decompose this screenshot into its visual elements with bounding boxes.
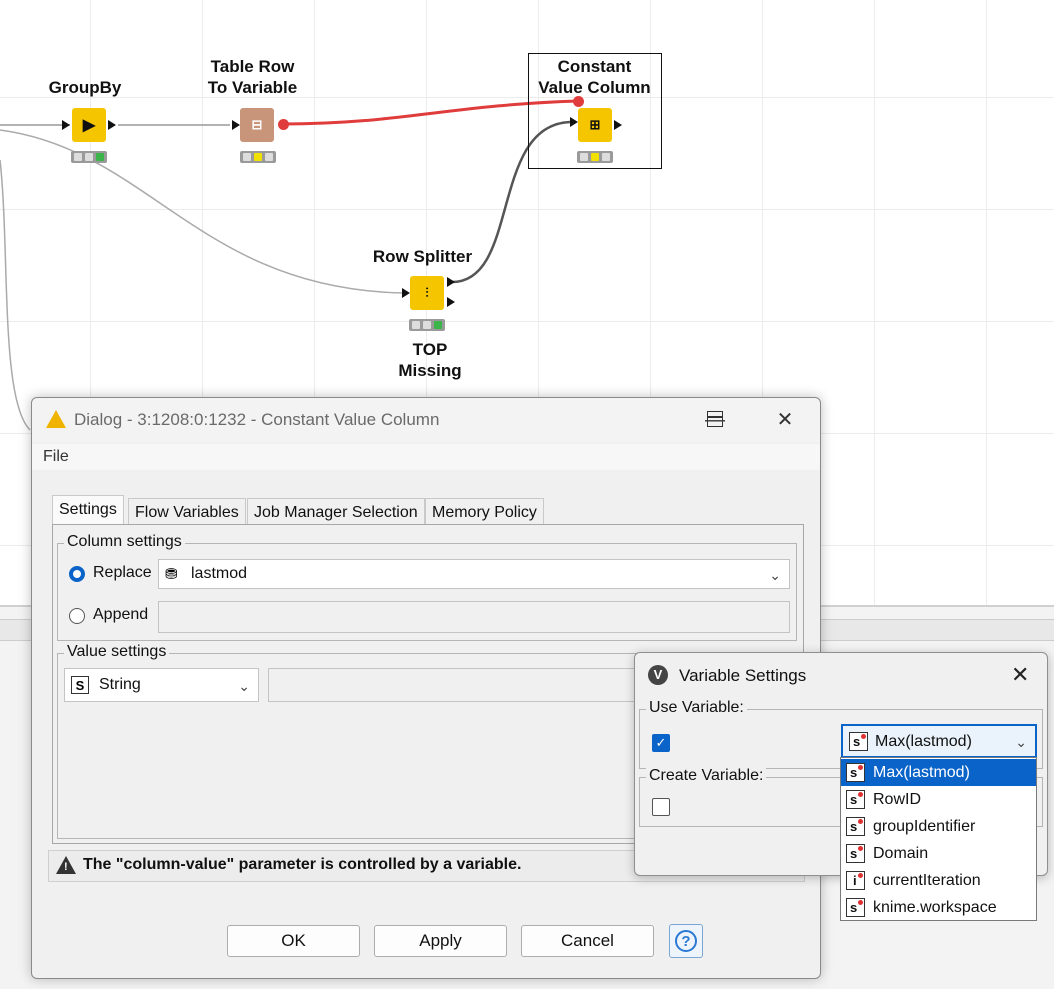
tab-memory-policy[interactable]: Memory Policy xyxy=(425,498,544,525)
column-settings-title: Column settings xyxy=(64,533,185,551)
help-button[interactable]: ? xyxy=(669,924,703,958)
warning-icon xyxy=(46,410,66,428)
dialog-titlebar[interactable]: Dialog - 3:1208:0:1232 - Constant Value … xyxy=(32,398,820,442)
dialog-title: Dialog - 3:1208:0:1232 - Constant Value … xyxy=(74,410,440,429)
menubar: File xyxy=(32,444,820,470)
ok-button[interactable]: OK xyxy=(227,925,360,957)
port-arrow xyxy=(614,120,622,130)
create-variable-label: Create Variable: xyxy=(646,767,767,785)
string-type-icon: S xyxy=(71,676,89,694)
close-icon[interactable]: ✕ xyxy=(772,408,798,432)
node-label-constant-value-column: Constant Value Column xyxy=(538,57,651,97)
node-label-groupby: GroupBy xyxy=(48,78,122,97)
string-variable-icon: s xyxy=(846,790,865,809)
dropdown-option[interactable]: s RowID xyxy=(841,786,1036,813)
node-status-icon xyxy=(409,319,445,331)
column-settings-group: Column settings Replace ⛃ lastmod ⌄ Appe… xyxy=(57,533,797,641)
integer-variable-icon: i xyxy=(846,871,865,890)
replace-label: Replace xyxy=(93,564,152,581)
selected-variable: Max(lastmod) xyxy=(875,733,972,750)
help-icon: ? xyxy=(675,930,697,952)
variable-select[interactable]: s Max(lastmod) ⌄ xyxy=(841,724,1037,758)
replace-radio[interactable] xyxy=(69,566,85,582)
warning-text: The "column-value" parameter is controll… xyxy=(83,856,522,873)
append-label: Append xyxy=(93,606,149,623)
row-splitter-node-icon[interactable]: ⫶ xyxy=(410,276,444,310)
table-row-to-variable-node-icon[interactable]: ⊟ xyxy=(240,108,274,142)
node-status-icon xyxy=(240,151,276,163)
tab-flow-variables[interactable]: Flow Variables xyxy=(128,498,246,525)
groupby-node-icon[interactable]: ▶ xyxy=(72,108,106,142)
use-variable-checkbox[interactable]: ✓ xyxy=(652,734,670,752)
use-variable-label: Use Variable: xyxy=(646,699,747,717)
dropdown-option[interactable]: s Max(lastmod) xyxy=(841,759,1036,786)
port-arrow xyxy=(570,117,578,127)
close-icon[interactable]: ✕ xyxy=(1011,662,1029,688)
flow-variable-port[interactable] xyxy=(278,119,289,130)
chevron-down-icon: ⌄ xyxy=(238,678,250,694)
constant-value-column-node-icon[interactable]: ⊞ xyxy=(578,108,612,142)
dropdown-option[interactable]: s groupIdentifier xyxy=(841,813,1036,840)
variable-settings-title: Variable Settings xyxy=(679,666,807,685)
column-type-icon: ⛃ xyxy=(165,566,178,583)
tab-job-manager-selection[interactable]: Job Manager Selection xyxy=(247,498,425,525)
port-arrow xyxy=(447,277,455,287)
append-radio[interactable] xyxy=(69,608,85,624)
variable-dropdown-list: s Max(lastmod) s RowID s groupIdentifier… xyxy=(840,757,1037,921)
dropdown-option[interactable]: s knime.workspace xyxy=(841,894,1036,921)
node-status-icon xyxy=(71,151,107,163)
port-arrow xyxy=(62,120,70,130)
node-annotation-row-splitter: TOP Missing xyxy=(398,340,462,380)
port-arrow xyxy=(402,288,410,298)
append-column-input[interactable] xyxy=(158,601,790,633)
flow-variable-port[interactable] xyxy=(573,96,584,107)
node-label-table-row-to-variable: Table Row To Variable xyxy=(207,57,298,97)
string-variable-icon: s xyxy=(846,817,865,836)
string-variable-icon: s xyxy=(849,732,868,751)
maximize-icon[interactable] xyxy=(707,411,723,427)
apply-button[interactable]: Apply xyxy=(374,925,507,957)
string-variable-icon: s xyxy=(846,763,865,782)
tab-settings[interactable]: Settings xyxy=(52,495,124,525)
replace-column-combo[interactable]: ⛃ lastmod ⌄ xyxy=(158,559,790,589)
port-arrow xyxy=(108,120,116,130)
port-arrow xyxy=(447,297,455,307)
dropdown-option[interactable]: i currentIteration xyxy=(841,867,1036,894)
node-status-icon xyxy=(577,151,613,163)
create-variable-checkbox[interactable] xyxy=(652,798,670,816)
string-variable-icon: s xyxy=(846,844,865,863)
port-arrow xyxy=(232,120,240,130)
dropdown-option[interactable]: s Domain xyxy=(841,840,1036,867)
chevron-down-icon: ⌄ xyxy=(769,567,781,583)
value-settings-title: Value settings xyxy=(64,643,170,661)
cancel-button[interactable]: Cancel xyxy=(521,925,654,957)
menu-file[interactable]: File xyxy=(43,448,69,466)
chevron-down-icon: ⌄ xyxy=(1015,734,1027,750)
value-type-combo[interactable]: S String ⌄ xyxy=(64,668,259,702)
replace-column-value: lastmod xyxy=(191,565,248,582)
string-variable-icon: s xyxy=(846,898,865,917)
node-label-row-splitter: Row Splitter xyxy=(372,247,473,266)
variable-icon: V xyxy=(648,665,668,685)
warning-mark: ! xyxy=(64,861,68,873)
value-type-value: String xyxy=(99,676,141,693)
